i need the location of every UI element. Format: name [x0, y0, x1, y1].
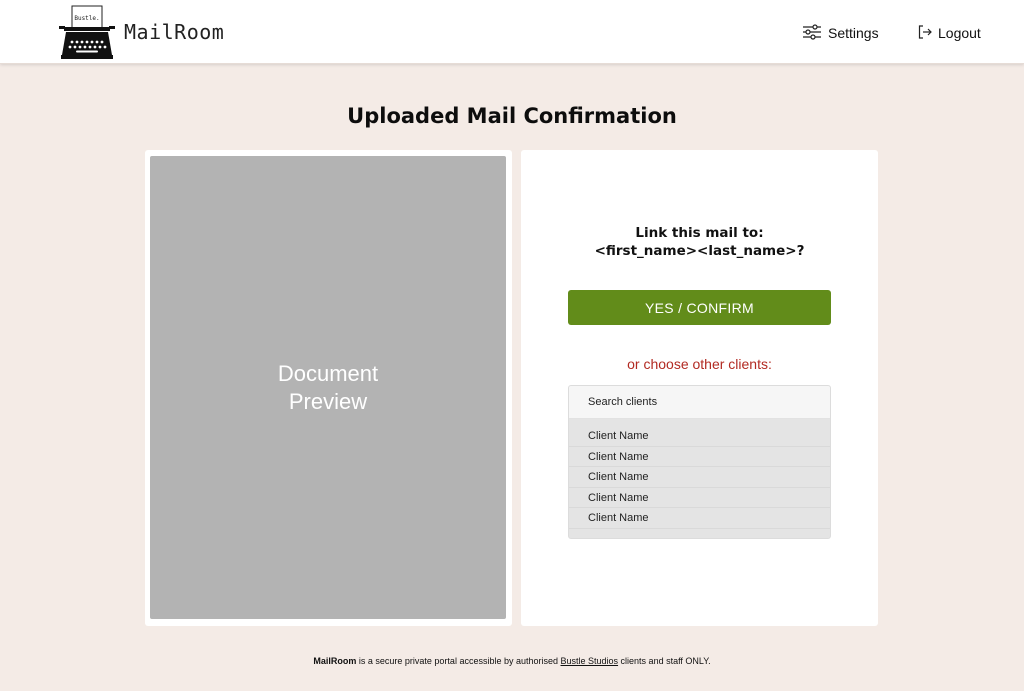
document-preview-card: Document Preview — [145, 150, 512, 626]
page-title: Uploaded Mail Confirmation — [347, 104, 677, 128]
client-list-item[interactable]: Client Name — [569, 467, 830, 488]
top-header: Bustle. MailRoom Settings Logout — [0, 0, 1024, 64]
client-list: Client Name Client Name Client Name Clie… — [569, 426, 830, 529]
settings-label: Settings — [828, 25, 879, 41]
choose-other-clients-label: or choose other clients: — [627, 356, 772, 372]
link-mail-card: Link this mail to: <first_name><last_nam… — [521, 150, 878, 626]
brand-name: MailRoom — [124, 20, 225, 44]
footer-text-before: is a secure private portal accessible by… — [356, 656, 561, 666]
preview-label-line1: Document — [277, 360, 379, 386]
client-list-item[interactable]: Client Name — [569, 426, 830, 447]
search-clients-input[interactable] — [569, 386, 830, 419]
sliders-icon — [802, 23, 822, 43]
logout-icon — [918, 24, 932, 42]
settings-link[interactable]: Settings — [802, 22, 879, 44]
footer-notice: MailRoom is a secure private portal acce… — [0, 656, 1024, 666]
link-prompt-line1: Link this mail to: — [635, 225, 764, 241]
typewriter-logo-icon[interactable]: Bustle. — [58, 5, 116, 61]
client-picker: Client Name Client Name Client Name Clie… — [568, 385, 831, 539]
bustle-studios-link[interactable]: Bustle Studios — [561, 656, 619, 666]
footer-brand: MailRoom — [313, 656, 357, 666]
footer-text-after: clients and staff ONLY. — [618, 656, 711, 666]
confirm-button[interactable]: YES / CONFIRM — [568, 290, 831, 325]
link-prompt: Link this mail to: <first_name><last_nam… — [521, 224, 878, 260]
logout-label: Logout — [938, 25, 981, 41]
client-list-item[interactable]: Client Name — [569, 488, 830, 508]
logout-link[interactable]: Logout — [918, 22, 981, 44]
document-preview-label: Document Preview — [248, 360, 408, 416]
client-list-item[interactable]: Client Name — [569, 508, 830, 529]
svg-text:Bustle.: Bustle. — [74, 15, 99, 22]
client-list-item[interactable]: Client Name — [569, 447, 830, 467]
preview-label-line2: Preview — [288, 388, 368, 414]
document-preview: Document Preview — [150, 156, 506, 619]
link-prompt-client-name: <first_name><last_name>? — [594, 243, 805, 259]
